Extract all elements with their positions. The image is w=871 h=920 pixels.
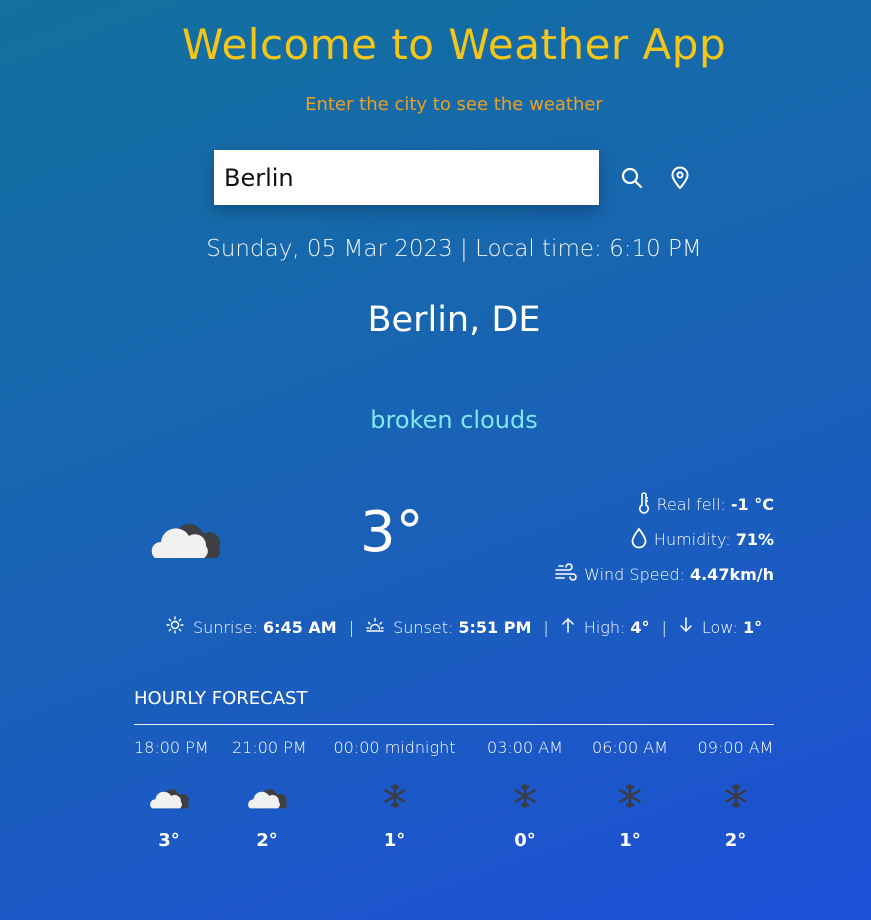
forecast-item: 00:00 midnight 1°	[330, 738, 459, 851]
sunset-icon	[366, 617, 393, 637]
arrow-up-icon	[561, 617, 584, 637]
sunrise-label: Sunrise:	[193, 617, 259, 637]
forecast-temp: 1°	[619, 830, 641, 851]
search-bar	[214, 150, 695, 205]
divider	[134, 724, 774, 725]
snowflake-icon	[330, 770, 459, 822]
forecast-time: 21:00 PM	[232, 738, 307, 757]
separator: |	[661, 617, 667, 637]
forecast-time: 06:00 AM	[592, 738, 668, 757]
arrow-down-icon	[679, 617, 702, 637]
forecast-item: 09:00 AM 2°	[697, 738, 774, 851]
separator: |	[348, 617, 355, 637]
forecast-temp: 0°	[514, 830, 536, 851]
humidity-row: Humidity: 71%	[540, 522, 774, 557]
current-temperature: 3°	[360, 500, 424, 565]
forecast-time: 09:00 AM	[697, 738, 774, 757]
snowflake-icon	[697, 770, 774, 822]
broken-clouds-icon	[146, 508, 224, 568]
forecast-temp: 2°	[256, 830, 278, 851]
sunset-value: 5:51 PM	[458, 617, 532, 637]
high-label: High:	[583, 617, 626, 637]
forecast-time: 00:00 midnight	[333, 738, 456, 757]
local-datetime: Sunday, 05 Mar 2023 | Local time: 6:10 P…	[206, 236, 702, 262]
sunset-label: Sunset:	[393, 617, 454, 637]
forecast-time: 03:00 AM	[487, 738, 563, 757]
snowflake-icon	[591, 770, 669, 822]
wind-icon	[554, 562, 584, 587]
humidity-value: 71%	[735, 530, 774, 549]
forecast-item: 21:00 PM 2°	[232, 738, 307, 851]
weather-details: Real fell: -1 °C Humidity: 71% Wind Spee…	[540, 487, 774, 592]
page-title: Welcome to Weather App	[181, 20, 727, 69]
location-pin-icon[interactable]	[665, 163, 695, 193]
forecast-temp: 3°	[158, 830, 180, 851]
search-input[interactable]	[214, 150, 599, 205]
forecast-item: 18:00 PM 3°	[134, 738, 209, 851]
broken-clouds-icon	[134, 770, 204, 822]
sun-icon	[166, 616, 193, 638]
sunrise-value: 6:45 AM	[263, 617, 337, 637]
wind-row: Wind Speed: 4.47km/h	[540, 557, 774, 592]
forecast-item: 06:00 AM 1°	[591, 738, 669, 851]
forecast-item: 03:00 AM 0°	[487, 738, 563, 851]
weather-condition: broken clouds	[370, 406, 538, 434]
low-value: 1°	[742, 617, 763, 637]
low-label: Low:	[701, 617, 738, 637]
real-feel-value: -1 °C	[730, 495, 774, 514]
humidity-label: Humidity:	[653, 530, 731, 549]
snowflake-icon	[487, 770, 563, 822]
real-feel-label: Real fell:	[656, 495, 726, 514]
search-icon[interactable]	[617, 163, 647, 193]
wind-label: Wind Speed:	[584, 565, 685, 584]
thermometer-icon	[637, 491, 657, 518]
city-name: Berlin, DE	[367, 300, 541, 340]
droplet-icon	[630, 527, 654, 553]
forecast-time: 18:00 PM	[134, 738, 209, 757]
forecast-temp: 2°	[724, 830, 747, 851]
forecast-temp: 1°	[383, 830, 406, 851]
sun-info-row: Sunrise: 6:45 AM | Sunset: 5:51 PM | Hig…	[166, 616, 762, 638]
separator: |	[543, 617, 549, 637]
hourly-forecast-title: HOURLY FORECAST	[134, 688, 308, 709]
page-subtitle: Enter the city to see the weather	[305, 94, 603, 115]
high-value: 4°	[630, 617, 650, 637]
wind-value: 4.47km/h	[689, 565, 774, 584]
real-feel-row: Real fell: -1 °C	[540, 487, 774, 522]
broken-clouds-icon	[232, 770, 302, 822]
